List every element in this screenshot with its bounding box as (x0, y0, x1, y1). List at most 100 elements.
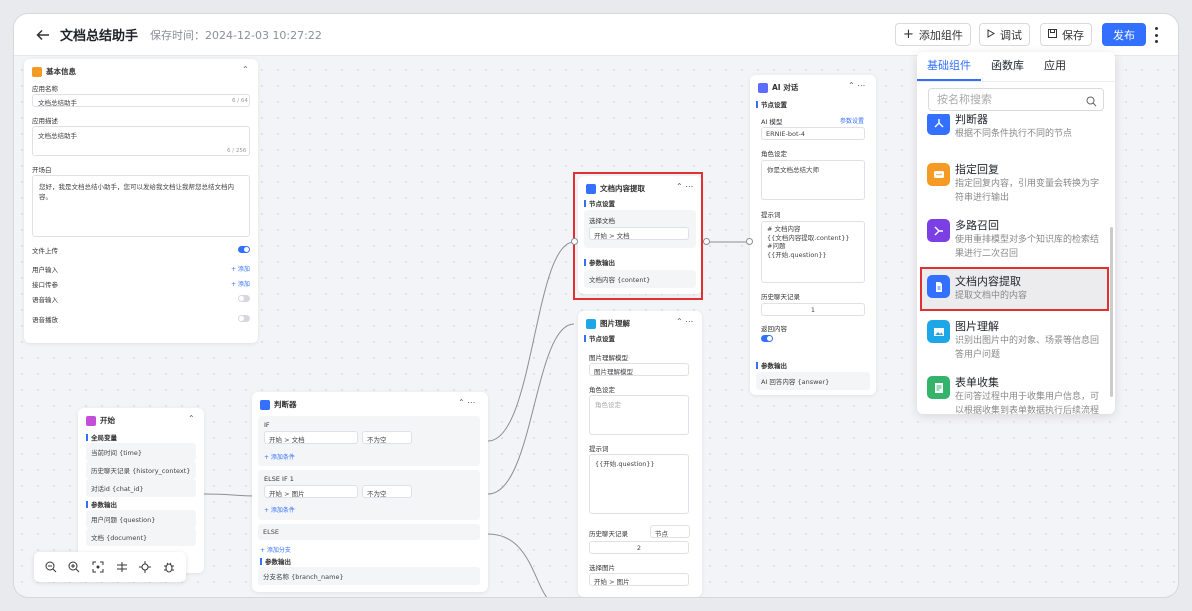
component-item[interactable]: 多路召回 使用重排模型对多个知识库的检索结果进行二次召回 (922, 213, 1107, 259)
role-input[interactable]: 角色设定 (589, 395, 689, 435)
image-icon (927, 320, 950, 343)
zoom-out-icon[interactable] (44, 560, 58, 574)
output-item: 文档 {document} (86, 528, 196, 546)
branch-icon (260, 399, 270, 410)
panel-tabs: 基础组件 函数库 应用 (917, 52, 1115, 82)
ai-chat-node[interactable]: AI 对话 ⌃ ⋯ 节点设置 AI 模型 参数设置 ERNIE-bot-4 角色… (750, 75, 876, 395)
output-title: 参数输出 (756, 360, 787, 370)
file-upload-toggle[interactable] (238, 246, 250, 253)
component-item[interactable]: 指定回复 指定回复内容，引用变量会转换为字符串进行输出 (922, 157, 1107, 203)
start-node[interactable]: 开始 ⌃ 全局变量 当前时间 {time} 历史聊天记录 {history_co… (78, 408, 204, 573)
add-api-param-button[interactable]: + 添加 (231, 279, 250, 288)
var-item: 对话id {chat_id} (86, 479, 196, 497)
node-controls-icon[interactable]: ⌃ ⋯ (676, 317, 693, 326)
history-unit-select[interactable]: 节点 (650, 525, 690, 538)
image-select[interactable]: 开始 > 图片 (589, 573, 689, 586)
voice-input-label: 语音输入 (32, 296, 58, 304)
image-node[interactable]: 图片理解 ⌃ ⋯ 节点设置 图片理解模型 图片理解模型 角色设定 角色设定 提示… (578, 311, 702, 597)
component-item[interactable]: 判断器 根据不同条件执行不同的节点 (922, 114, 1107, 150)
return-toggle[interactable] (761, 335, 773, 342)
panel-scrollbar[interactable] (1110, 227, 1113, 397)
opening-input[interactable]: 您好，我是文档总结小助手，您可以发给我文档让我帮您总结文档内容。 (32, 175, 250, 237)
add-condition-button[interactable]: + 添加条件 (264, 505, 295, 514)
base-info-icon (32, 66, 42, 77)
param-settings-link[interactable]: 参数设置 (840, 116, 864, 125)
add-component-button[interactable]: + 添加组件 (895, 23, 971, 46)
output-item: 用户问题 {question} (86, 510, 196, 528)
model-label: AI 模型 (761, 118, 783, 126)
collapse-icon[interactable]: ⌃ (188, 414, 195, 423)
add-user-input-button[interactable]: + 添加 (231, 264, 250, 273)
zoom-toolbar (34, 552, 186, 582)
desc-count: 6 / 256 (227, 148, 247, 154)
center-icon[interactable] (138, 560, 152, 574)
component-panel: 基础组件 函数库 应用 按名称搜索 判断器 根据不同条件执行不同的节点 指定回复… (917, 52, 1115, 414)
tab-basic[interactable]: 基础组件 (917, 52, 981, 81)
collapse-icon[interactable]: ⌃ (242, 65, 249, 74)
elseif-field-select[interactable]: 开始 > 图片 (264, 485, 358, 498)
save-icon (1048, 28, 1057, 41)
history-count-input[interactable]: 2 (589, 541, 689, 554)
if-label: IF (264, 421, 270, 429)
name-count: 6 / 64 (232, 98, 248, 104)
tab-functions[interactable]: 函数库 (981, 52, 1034, 81)
prompt-input[interactable]: # 文档内容 {{文档内容提取.content}} #问题 {{开始.quest… (761, 221, 865, 283)
component-item-selected[interactable]: 文档内容提取 提取文档中的内容 (920, 267, 1109, 311)
prompt-input[interactable]: {{开始.question}} (589, 454, 689, 514)
layout-icon[interactable] (115, 560, 129, 574)
debug-button[interactable]: 调试 (979, 23, 1030, 46)
model-select[interactable]: 图片理解模型 (589, 363, 689, 376)
model-label: 图片理解模型 (589, 354, 628, 362)
judge-node[interactable]: 判断器 ⌃ ⋯ IF 开始 > 文档 不为空 + 添加条件 ELSE IF 1 … (252, 392, 488, 592)
document-icon (927, 275, 950, 298)
back-arrow-icon[interactable] (36, 27, 52, 43)
start-icon (86, 415, 96, 426)
add-branch-button[interactable]: + 添加分支 (260, 545, 291, 554)
output-item: 分支名称 {branch_name} (258, 567, 480, 585)
node-controls-icon[interactable]: ⌃ ⋯ (458, 398, 475, 407)
ai-model-select[interactable]: ERNIE-bot-4 (761, 127, 865, 140)
var-item: 当前时间 {time} (86, 443, 196, 461)
publish-button[interactable]: 发布 (1102, 23, 1146, 46)
top-bar: 文档总结助手 保存时间：2024-12-03 10:27:22 + 添加组件 调试… (14, 14, 1178, 56)
image-icon (586, 318, 596, 329)
play-icon (987, 28, 995, 41)
search-icon (1086, 93, 1097, 114)
base-info-card: 基本信息 ⌃ 应用名称 文档总结助手 6 / 64 应用描述 文档总结助手 6 … (24, 59, 258, 343)
add-condition-button[interactable]: + 添加条件 (264, 452, 295, 461)
if-field-select[interactable]: 开始 > 文档 (264, 431, 358, 444)
app-desc-input[interactable]: 文档总结助手 (32, 126, 250, 156)
select-image-label: 选择图片 (589, 564, 615, 572)
node-controls-icon[interactable]: ⌃ ⋯ (848, 81, 865, 90)
settings-title: 节点设置 (584, 333, 615, 343)
input-port[interactable] (746, 238, 753, 245)
history-count-input[interactable]: 1 (761, 303, 865, 316)
app-window: 文档总结助手 保存时间：2024-12-03 10:27:22 + 添加组件 调试… (14, 14, 1178, 597)
voice-play-toggle[interactable] (238, 315, 250, 322)
input-port[interactable] (571, 238, 578, 245)
zoom-in-icon[interactable] (67, 560, 81, 574)
component-item[interactable]: 表单收集 在问答过程中用于收集用户信息，可以根据收集到表单数据执行后续流程 (922, 370, 1107, 414)
global-vars-title: 全局变量 (86, 432, 117, 442)
highlight-box (573, 172, 703, 300)
return-label: 返回内容 (761, 325, 787, 333)
if-cond-select[interactable]: 不为空 (362, 431, 412, 444)
search-input[interactable]: 按名称搜索 (928, 88, 1104, 111)
role-input[interactable]: 你是文档总结大师 (761, 160, 865, 200)
save-button[interactable]: 保存 (1040, 23, 1092, 46)
output-title: 参数输出 (260, 556, 291, 566)
voice-input-toggle[interactable] (238, 295, 250, 302)
elseif-cond-select[interactable]: 不为空 (362, 485, 412, 498)
fit-view-icon[interactable] (91, 560, 105, 574)
name-label: 应用名称 (32, 85, 58, 93)
component-item[interactable]: 图片理解 识别出图片中的对象、场景等信息回答用户问题 (922, 314, 1107, 360)
output-port[interactable] (703, 238, 710, 245)
app-name-input[interactable]: 文档总结助手 (32, 94, 250, 107)
voice-play-label: 语音播放 (32, 316, 58, 324)
more-icon[interactable] (1154, 27, 1158, 43)
ai-icon (758, 82, 768, 93)
debug-bug-icon[interactable] (162, 560, 176, 574)
tab-apps[interactable]: 应用 (1034, 52, 1076, 81)
opening-label: 开场白 (32, 166, 52, 174)
else-branch: ELSE (258, 524, 480, 540)
